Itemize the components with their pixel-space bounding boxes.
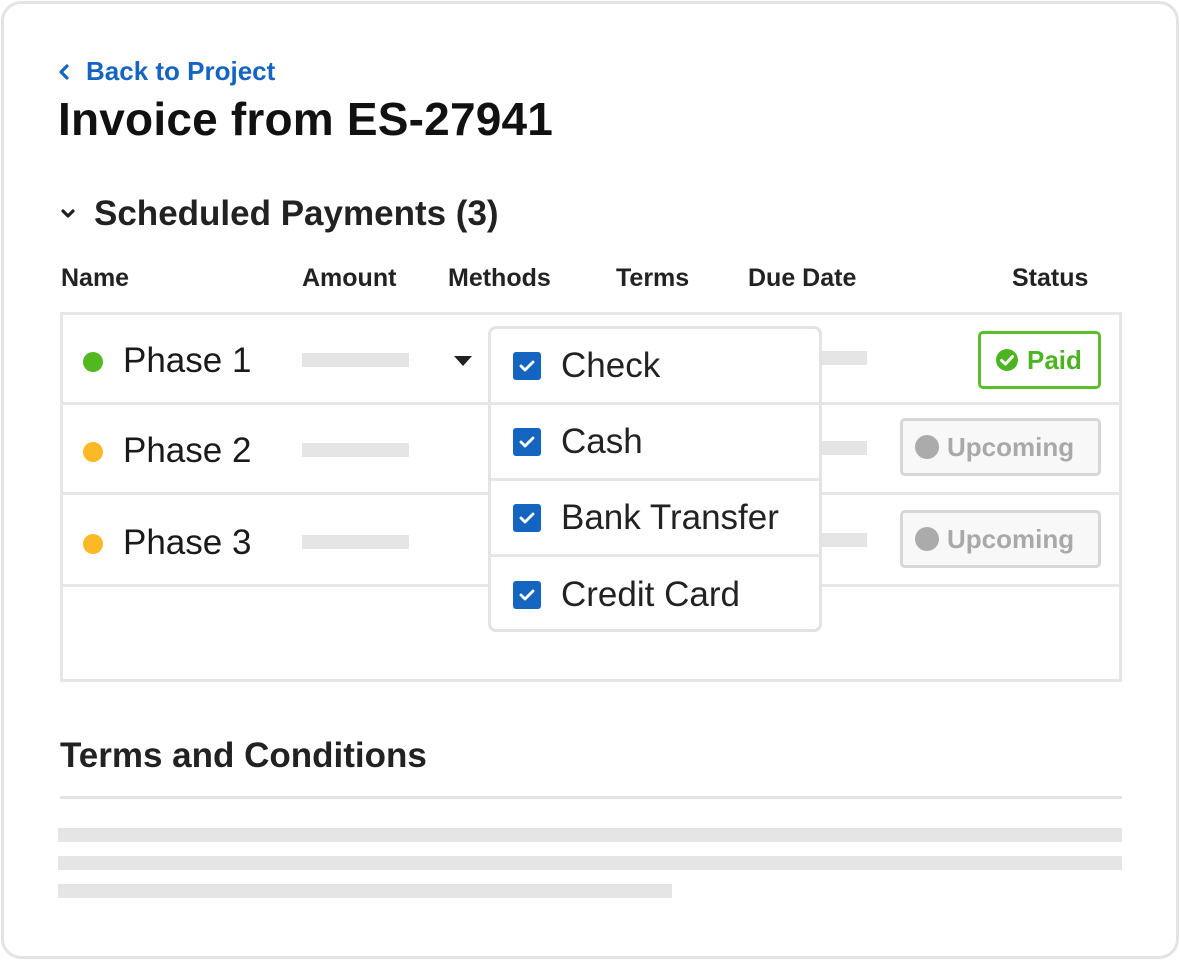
column-header-name: Name — [61, 264, 130, 292]
option-label: Bank Transfer — [561, 497, 779, 537]
due-date-placeholder — [819, 441, 867, 455]
status-badge-paid: Paid — [978, 331, 1101, 389]
scheduled-payments-heading: Scheduled Payments (3) — [94, 194, 499, 233]
checkmark-icon — [519, 512, 535, 523]
circle-icon — [915, 527, 939, 551]
back-to-project-link[interactable]: Back to Project — [58, 56, 275, 87]
status-badge-upcoming: Upcoming — [900, 418, 1101, 476]
due-date-placeholder — [819, 533, 867, 547]
status-label: Upcoming — [947, 523, 1075, 554]
checkbox-checked[interactable] — [513, 503, 541, 532]
column-header-terms: Terms — [616, 264, 690, 292]
terms-and-conditions-heading: Terms and Conditions — [60, 736, 427, 775]
text-placeholder-line — [58, 856, 1122, 870]
option-label: Credit Card — [561, 575, 740, 614]
option-label: Check — [561, 345, 661, 385]
status-dot — [83, 534, 103, 554]
amount-placeholder — [302, 443, 409, 457]
phase-name: Phase 3 — [123, 523, 252, 562]
status-label: Paid — [1027, 344, 1082, 375]
check-circle-icon — [996, 349, 1018, 371]
column-header-methods: Methods — [448, 264, 551, 292]
checkbox-checked[interactable] — [513, 351, 541, 380]
scheduled-payments-toggle[interactable]: Scheduled Payments (3) — [60, 194, 499, 234]
due-date-placeholder — [819, 351, 867, 365]
phase-name: Phase 2 — [123, 431, 252, 470]
status-label: Upcoming — [947, 431, 1075, 462]
checkmark-icon — [519, 589, 535, 601]
text-placeholder-line — [58, 884, 672, 898]
method-option-cash[interactable]: Cash — [491, 405, 819, 481]
section-divider — [60, 796, 1122, 799]
amount-placeholder — [302, 353, 409, 367]
column-header-due-date: Due Date — [748, 264, 857, 292]
column-header-amount: Amount — [302, 264, 397, 292]
phase-name: Phase 1 — [123, 341, 252, 380]
checkbox-checked[interactable] — [513, 581, 541, 609]
method-option-credit-card[interactable]: Credit Card — [491, 557, 819, 633]
checkmark-icon — [519, 436, 535, 447]
chevron-left-icon — [59, 63, 69, 80]
status-dot — [83, 352, 103, 372]
chevron-down-icon — [61, 209, 75, 218]
methods-dropdown-menu: Check Cash Bank Transfer Credit Card — [488, 326, 822, 632]
column-header-status: Status — [1012, 264, 1089, 292]
methods-dropdown-caret-icon[interactable] — [453, 355, 473, 367]
back-link-label: Back to Project — [86, 56, 276, 86]
checkmark-icon — [519, 360, 535, 371]
option-label: Cash — [561, 421, 643, 461]
checkbox-checked[interactable] — [513, 427, 541, 456]
amount-placeholder — [302, 535, 409, 549]
page-title: Invoice from ES-27941 — [58, 93, 554, 145]
method-option-bank-transfer[interactable]: Bank Transfer — [491, 481, 819, 557]
status-badge-upcoming: Upcoming — [900, 510, 1101, 568]
text-placeholder-line — [58, 828, 1122, 842]
method-option-check[interactable]: Check — [491, 329, 819, 405]
circle-icon — [915, 435, 939, 459]
status-dot — [83, 442, 103, 462]
